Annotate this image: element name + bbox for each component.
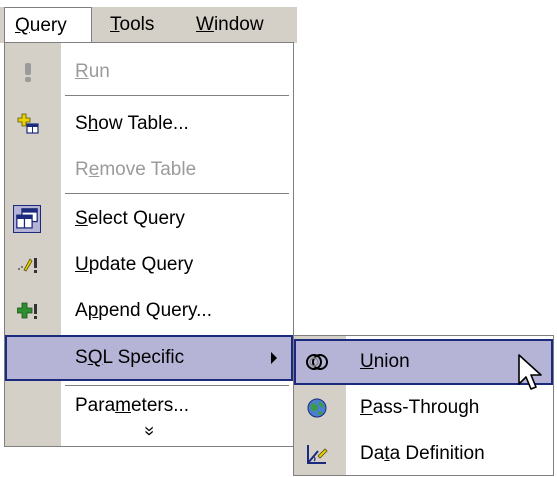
menu-item-pass-through[interactable]: Pass-Through xyxy=(294,385,553,431)
menu-item-union[interactable]: Union xyxy=(294,339,553,385)
menu-item-data-definition[interactable]: Data Definition xyxy=(294,431,553,477)
submenu-arrow-icon xyxy=(271,352,277,364)
menu-item-show-table[interactable]: Show Table... xyxy=(5,101,293,147)
data-definition-icon xyxy=(307,445,328,464)
menu-item-update-query[interactable]: Update Query xyxy=(5,242,293,288)
menu-tools[interactable]: Tools xyxy=(110,7,154,43)
sql-specific-submenu: Union Pass-Through Data Definition xyxy=(293,335,554,476)
menu-separator xyxy=(65,193,289,195)
append-query-icon xyxy=(17,302,37,319)
menu-separator xyxy=(65,95,289,97)
menu-item-label: Union xyxy=(360,351,410,372)
menu-item-remove-table[interactable]: Remove Table xyxy=(5,147,293,193)
menu-item-label: Pass-Through xyxy=(360,397,480,418)
select-query-icon xyxy=(13,205,41,233)
show-table-icon xyxy=(17,113,39,134)
menu-item-append-query[interactable]: Append Query... xyxy=(5,288,293,334)
query-menu: Run Show Table... Remove Table Select Qu… xyxy=(4,42,294,447)
mouse-cursor-icon xyxy=(518,354,542,390)
menu-item-select-query[interactable]: Select Query xyxy=(5,196,293,242)
menu-window[interactable]: Window xyxy=(196,7,264,43)
union-icon xyxy=(306,354,328,370)
menu-item-label: Select Query xyxy=(75,208,185,229)
menu-item-label: Run xyxy=(75,61,110,82)
menu-item-label: Update Query xyxy=(75,254,194,275)
update-query-icon xyxy=(18,258,37,273)
menu-item-label: Data Definition xyxy=(360,443,485,464)
menu-item-sql-specific[interactable]: SQL Specific xyxy=(5,335,293,381)
menu-item-label: Show Table... xyxy=(75,113,189,134)
menu-item-run[interactable]: Run xyxy=(5,49,293,95)
menu-item-label: SQL Specific xyxy=(75,347,185,368)
menu-query[interactable]: Query xyxy=(4,7,92,43)
run-icon xyxy=(25,63,31,82)
menu-expand-more[interactable]: » xyxy=(5,413,293,447)
menu-item-label: Remove Table xyxy=(75,159,197,180)
globe-icon xyxy=(307,398,327,418)
chevron-double-down-icon: » xyxy=(140,425,161,437)
menu-item-label: Append Query... xyxy=(75,300,212,321)
menu-bar: Query Tools Window xyxy=(0,7,297,43)
